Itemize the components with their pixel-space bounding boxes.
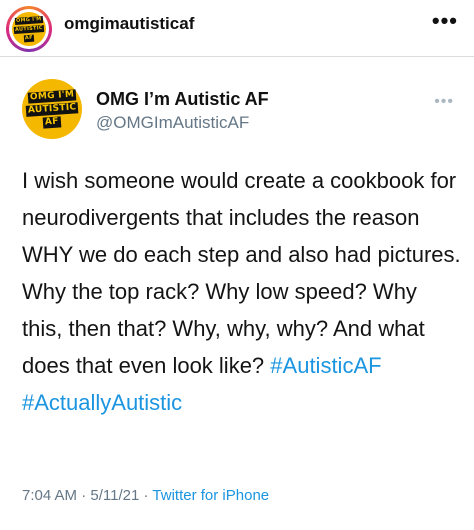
meta-separator: · [81,487,87,504]
logo-text-line-3: AF [42,115,62,129]
post-username[interactable]: omgimautisticaf [64,14,194,34]
tweet-body: I wish someone would create a cookbook f… [22,168,461,378]
tweet-time: 7:04 AM [22,487,78,504]
tweet-avatar[interactable]: OMG I'M AUTISTIC AF [22,79,82,139]
tweet-display-name[interactable]: OMG I’m Autistic AF [96,89,269,110]
tweet-more-icon[interactable]: ••• [434,93,454,111]
tweet-handle[interactable]: @OMGImAutisticAF [96,113,249,133]
logo-text-line-1: OMG I'M [15,15,43,25]
tweet-text: I wish someone would create a cookbook f… [22,162,462,421]
more-options-icon[interactable]: ••• [432,8,458,34]
tweet-meta: 7:04 AM · 5/11/21 · Twitter for iPhone [22,487,269,504]
tweet-date: 5/11/21 [90,487,140,504]
story-ring[interactable]: OMG I'M AUTISTIC AF [6,6,52,52]
logo-text-line-1: OMG I'M [27,88,77,104]
logo-text-line-3: AF [23,34,35,42]
tweet-card: OMG I'M AUTISTIC AF OMG I’m Autistic AF … [0,57,474,530]
logo-text-line-2: AUTISTIC [25,101,79,117]
tweet-source[interactable]: Twitter for iPhone [152,487,269,504]
meta-separator: · [143,487,149,504]
logo-text-line-2: AUTISTIC [13,24,45,34]
profile-avatar[interactable]: OMG I'M AUTISTIC AF [12,12,46,46]
post-header: OMG I'M AUTISTIC AF omgimautisticaf ••• [0,0,474,52]
